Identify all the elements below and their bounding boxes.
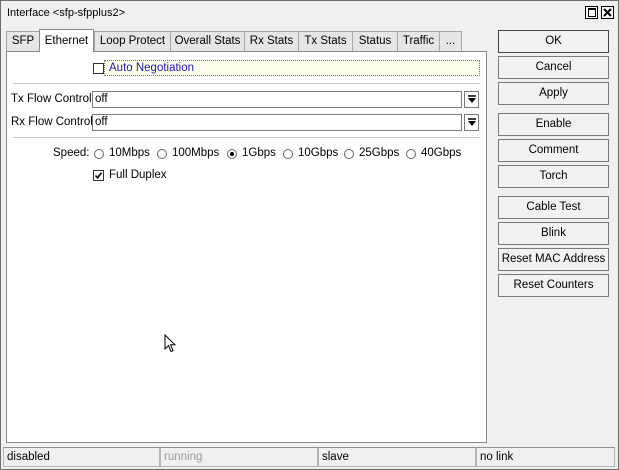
speed-option-label[interactable]: 10Gbps: [298, 147, 338, 159]
blink-button[interactable]: Blink: [498, 222, 609, 245]
status-bar: disabled running slave no link: [3, 447, 615, 467]
tx-flow-control-field[interactable]: off: [92, 91, 462, 108]
torch-button[interactable]: Torch: [498, 165, 609, 188]
reset-mac-address-button[interactable]: Reset MAC Address: [498, 248, 609, 271]
close-icon: [603, 8, 612, 17]
title-bar[interactable]: Interface <sfp-sfpplus2>: [1, 1, 618, 25]
apply-button[interactable]: Apply: [498, 82, 609, 105]
speed-radio-1gbps[interactable]: [227, 149, 237, 159]
speed-radio-40gbps[interactable]: [406, 149, 416, 159]
tab-status[interactable]: Status: [352, 31, 398, 51]
speed-option-label[interactable]: 40Gbps: [421, 147, 461, 159]
cable-test-button[interactable]: Cable Test: [498, 196, 609, 219]
separator: [13, 137, 480, 139]
status-link: no link: [476, 447, 615, 467]
speed-option-label[interactable]: 25Gbps: [359, 147, 399, 159]
full-duplex-checkbox[interactable]: [93, 170, 104, 181]
rx-flow-control-field[interactable]: off: [92, 114, 462, 131]
tab-loop-protect[interactable]: Loop Protect: [94, 31, 171, 51]
ok-button[interactable]: OK: [498, 30, 609, 53]
tx-flow-control-dropdown[interactable]: [464, 91, 479, 108]
rx-flow-control-label: Rx Flow Control:: [11, 116, 96, 128]
status-slave: slave: [318, 447, 476, 467]
speed-radio-100mbps[interactable]: [157, 149, 167, 159]
auto-negotiation-label[interactable]: Auto Negotiation: [109, 62, 194, 74]
interface-window: Interface <sfp-sfpplus2> SFP Ethernet Lo…: [0, 0, 619, 470]
speed-radio-10mbps[interactable]: [94, 149, 104, 159]
speed-option-label[interactable]: 10Mbps: [109, 147, 150, 159]
close-button[interactable]: [601, 6, 614, 19]
tab-tx-stats[interactable]: Tx Stats: [298, 31, 353, 51]
separator: [13, 83, 480, 85]
maximize-button[interactable]: [585, 6, 598, 19]
tab-overall-stats[interactable]: Overall Stats: [170, 31, 245, 51]
tab-rx-stats[interactable]: Rx Stats: [244, 31, 299, 51]
chevron-down-icon: [468, 95, 476, 103]
ethernet-panel: [6, 51, 487, 443]
auto-negotiation-checkbox[interactable]: [93, 63, 104, 74]
full-duplex-label[interactable]: Full Duplex: [109, 169, 167, 181]
speed-radio-25gbps[interactable]: [344, 149, 354, 159]
tab-sfp[interactable]: SFP: [6, 31, 40, 51]
chevron-down-icon: [468, 118, 476, 126]
rx-flow-control-dropdown[interactable]: [464, 114, 479, 131]
check-icon: [94, 172, 103, 180]
speed-radio-10gbps[interactable]: [283, 149, 293, 159]
mouse-cursor-icon: [164, 334, 176, 353]
speed-option-label[interactable]: 100Mbps: [172, 147, 219, 159]
tab-strip: SFP Ethernet Loop Protect Overall Stats …: [6, 29, 486, 52]
tab-traffic[interactable]: Traffic: [397, 31, 440, 51]
enable-button[interactable]: Enable: [498, 113, 609, 136]
window-title: Interface <sfp-sfpplus2>: [7, 7, 126, 19]
cancel-button[interactable]: Cancel: [498, 56, 609, 79]
tab-more[interactable]: ...: [439, 31, 462, 51]
speed-option-label[interactable]: 1Gbps: [242, 147, 276, 159]
comment-button[interactable]: Comment: [498, 139, 609, 162]
speed-label: Speed:: [53, 147, 90, 159]
status-disabled: disabled: [3, 447, 160, 467]
tx-flow-control-label: Tx Flow Control:: [11, 93, 95, 105]
reset-counters-button[interactable]: Reset Counters: [498, 274, 609, 297]
tab-ethernet[interactable]: Ethernet: [39, 29, 94, 52]
status-running: running: [160, 447, 318, 467]
